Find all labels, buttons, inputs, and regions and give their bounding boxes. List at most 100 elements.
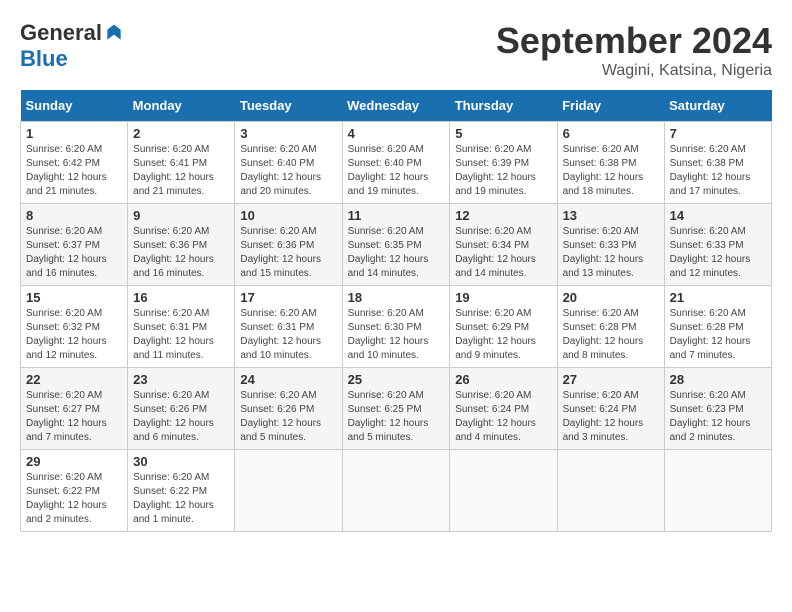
calendar-cell: 29Sunrise: 6:20 AMSunset: 6:22 PMDayligh… xyxy=(21,450,128,532)
day-info: Sunrise: 6:20 AMSunset: 6:28 PMDaylight:… xyxy=(563,307,659,363)
calendar-cell: 27 Sunrise: 6:20 AMSunset: 6:24 PMDayligh… xyxy=(557,368,664,450)
calendar-cell: 30 Sunrise: 6:20 AMSunset: 6:22 PMDayligh… xyxy=(128,450,235,532)
day-number: 22 xyxy=(26,372,122,387)
calendar-week-row: 1 Sunrise: 6:20 AMSunset: 6:42 PMDaylight… xyxy=(21,122,772,204)
day-number: 2 xyxy=(133,126,229,141)
calendar-cell: 13 Sunrise: 6:20 AMSunset: 6:33 PMDayligh… xyxy=(557,204,664,286)
calendar-cell: 24Sunrise: 6:20 AMSunset: 6:26 PMDayligh… xyxy=(235,368,342,450)
day-info: Sunrise: 6:20 AMSunset: 6:29 PMDaylight:… xyxy=(455,307,551,363)
day-number: 15 xyxy=(26,290,122,305)
weekday-header: Thursday xyxy=(450,90,557,122)
calendar-week-row: 8 Sunrise: 6:20 AMSunset: 6:37 PMDaylight… xyxy=(21,204,772,286)
day-number: 28 xyxy=(670,372,766,387)
calendar-cell: 25 Sunrise: 6:20 AMSunset: 6:25 PMDayligh… xyxy=(342,368,450,450)
calendar-week-row: 29Sunrise: 6:20 AMSunset: 6:22 PMDayligh… xyxy=(21,450,772,532)
day-number: 13 xyxy=(563,208,659,223)
day-info: Sunrise: 6:20 AMSunset: 6:23 PMDaylight:… xyxy=(670,389,766,445)
day-info: Sunrise: 6:20 AMSunset: 6:38 PMDaylight:… xyxy=(670,143,766,199)
day-info: Sunrise: 6:20 AMSunset: 6:36 PMDaylight:… xyxy=(240,225,336,281)
page-header: General Blue September 2024 Wagini, Kats… xyxy=(20,20,772,80)
day-number: 12 xyxy=(455,208,551,223)
calendar-cell: 6 Sunrise: 6:20 AMSunset: 6:38 PMDaylight… xyxy=(557,122,664,204)
calendar-cell xyxy=(450,450,557,532)
day-info: Sunrise: 6:20 AMSunset: 6:22 PMDaylight:… xyxy=(133,471,229,527)
day-info: Sunrise: 6:20 AMSunset: 6:40 PMDaylight:… xyxy=(240,143,336,199)
logo-blue: Blue xyxy=(20,46,68,72)
title-section: September 2024 Wagini, Katsina, Nigeria xyxy=(496,20,772,80)
calendar-cell: 8 Sunrise: 6:20 AMSunset: 6:37 PMDaylight… xyxy=(21,204,128,286)
day-info: Sunrise: 6:20 AMSunset: 6:33 PMDaylight:… xyxy=(563,225,659,281)
weekday-header: Monday xyxy=(128,90,235,122)
day-info: Sunrise: 6:20 AMSunset: 6:32 PMDaylight:… xyxy=(26,307,122,363)
month-title: September 2024 xyxy=(496,20,772,62)
calendar-cell: 18Sunrise: 6:20 AMSunset: 6:30 PMDayligh… xyxy=(342,286,450,368)
calendar-cell: 14Sunrise: 6:20 AMSunset: 6:33 PMDayligh… xyxy=(664,204,771,286)
calendar-cell: 4 Sunrise: 6:20 AMSunset: 6:40 PMDaylight… xyxy=(342,122,450,204)
weekday-header: Wednesday xyxy=(342,90,450,122)
calendar-cell: 20Sunrise: 6:20 AMSunset: 6:28 PMDayligh… xyxy=(557,286,664,368)
logo: General Blue xyxy=(20,20,124,72)
day-info: Sunrise: 6:20 AMSunset: 6:41 PMDaylight:… xyxy=(133,143,229,199)
calendar-cell xyxy=(664,450,771,532)
day-info: Sunrise: 6:20 AMSunset: 6:42 PMDaylight:… xyxy=(26,143,122,199)
day-info: Sunrise: 6:20 AMSunset: 6:24 PMDaylight:… xyxy=(455,389,551,445)
day-info: Sunrise: 6:20 AMSunset: 6:33 PMDaylight:… xyxy=(670,225,766,281)
day-number: 11 xyxy=(348,208,445,223)
calendar-cell xyxy=(557,450,664,532)
day-number: 17 xyxy=(240,290,336,305)
calendar-cell: 9Sunrise: 6:20 AMSunset: 6:36 PMDaylight… xyxy=(128,204,235,286)
day-number: 19 xyxy=(455,290,551,305)
day-info: Sunrise: 6:20 AMSunset: 6:31 PMDaylight:… xyxy=(240,307,336,363)
day-info: Sunrise: 6:20 AMSunset: 6:22 PMDaylight:… xyxy=(26,471,122,527)
day-info: Sunrise: 6:20 AMSunset: 6:36 PMDaylight:… xyxy=(133,225,229,281)
calendar-cell: 28 Sunrise: 6:20 AMSunset: 6:23 PMDayligh… xyxy=(664,368,771,450)
calendar-cell: 17 Sunrise: 6:20 AMSunset: 6:31 PMDayligh… xyxy=(235,286,342,368)
calendar: SundayMondayTuesdayWednesdayThursdayFrid… xyxy=(20,90,772,532)
weekday-header: Tuesday xyxy=(235,90,342,122)
calendar-cell: 5 Sunrise: 6:20 AMSunset: 6:39 PMDaylight… xyxy=(450,122,557,204)
weekday-header: Sunday xyxy=(21,90,128,122)
day-number: 4 xyxy=(348,126,445,141)
day-number: 16 xyxy=(133,290,229,305)
day-info: Sunrise: 6:20 AMSunset: 6:35 PMDaylight:… xyxy=(348,225,445,281)
day-number: 27 xyxy=(563,372,659,387)
day-number: 8 xyxy=(26,208,122,223)
day-info: Sunrise: 6:20 AMSunset: 6:28 PMDaylight:… xyxy=(670,307,766,363)
day-info: Sunrise: 6:20 AMSunset: 6:26 PMDaylight:… xyxy=(240,389,336,445)
calendar-cell: 22 Sunrise: 6:20 AMSunset: 6:27 PMDayligh… xyxy=(21,368,128,450)
calendar-week-row: 22 Sunrise: 6:20 AMSunset: 6:27 PMDayligh… xyxy=(21,368,772,450)
calendar-cell: 16Sunrise: 6:20 AMSunset: 6:31 PMDayligh… xyxy=(128,286,235,368)
day-number: 1 xyxy=(26,126,122,141)
day-number: 25 xyxy=(348,372,445,387)
logo-general: General xyxy=(20,20,102,46)
calendar-cell: 10 Sunrise: 6:20 AMSunset: 6:36 PMDayligh… xyxy=(235,204,342,286)
weekday-header: Saturday xyxy=(664,90,771,122)
day-info: Sunrise: 6:20 AMSunset: 6:25 PMDaylight:… xyxy=(348,389,445,445)
day-number: 6 xyxy=(563,126,659,141)
day-number: 26 xyxy=(455,372,551,387)
day-number: 30 xyxy=(133,454,229,469)
day-number: 5 xyxy=(455,126,551,141)
calendar-week-row: 15 Sunrise: 6:20 AMSunset: 6:32 PMDayligh… xyxy=(21,286,772,368)
day-number: 10 xyxy=(240,208,336,223)
day-info: Sunrise: 6:20 AMSunset: 6:39 PMDaylight:… xyxy=(455,143,551,199)
day-info: Sunrise: 6:20 AMSunset: 6:26 PMDaylight:… xyxy=(133,389,229,445)
calendar-cell xyxy=(342,450,450,532)
location: Wagini, Katsina, Nigeria xyxy=(496,62,772,80)
day-info: Sunrise: 6:20 AMSunset: 6:38 PMDaylight:… xyxy=(563,143,659,199)
calendar-cell: 11 Sunrise: 6:20 AMSunset: 6:35 PMDayligh… xyxy=(342,204,450,286)
day-number: 21 xyxy=(670,290,766,305)
day-number: 23 xyxy=(133,372,229,387)
day-info: Sunrise: 6:20 AMSunset: 6:24 PMDaylight:… xyxy=(563,389,659,445)
day-number: 7 xyxy=(670,126,766,141)
day-info: Sunrise: 6:20 AMSunset: 6:27 PMDaylight:… xyxy=(26,389,122,445)
calendar-cell: 23 Sunrise: 6:20 AMSunset: 6:26 PMDayligh… xyxy=(128,368,235,450)
calendar-cell: 1 Sunrise: 6:20 AMSunset: 6:42 PMDaylight… xyxy=(21,122,128,204)
calendar-cell xyxy=(235,450,342,532)
calendar-cell: 2 Sunrise: 6:20 AMSunset: 6:41 PMDaylight… xyxy=(128,122,235,204)
day-number: 18 xyxy=(348,290,445,305)
calendar-cell: 3Sunrise: 6:20 AMSunset: 6:40 PMDaylight… xyxy=(235,122,342,204)
calendar-cell: 12Sunrise: 6:20 AMSunset: 6:34 PMDayligh… xyxy=(450,204,557,286)
day-info: Sunrise: 6:20 AMSunset: 6:40 PMDaylight:… xyxy=(348,143,445,199)
day-info: Sunrise: 6:20 AMSunset: 6:37 PMDaylight:… xyxy=(26,225,122,281)
